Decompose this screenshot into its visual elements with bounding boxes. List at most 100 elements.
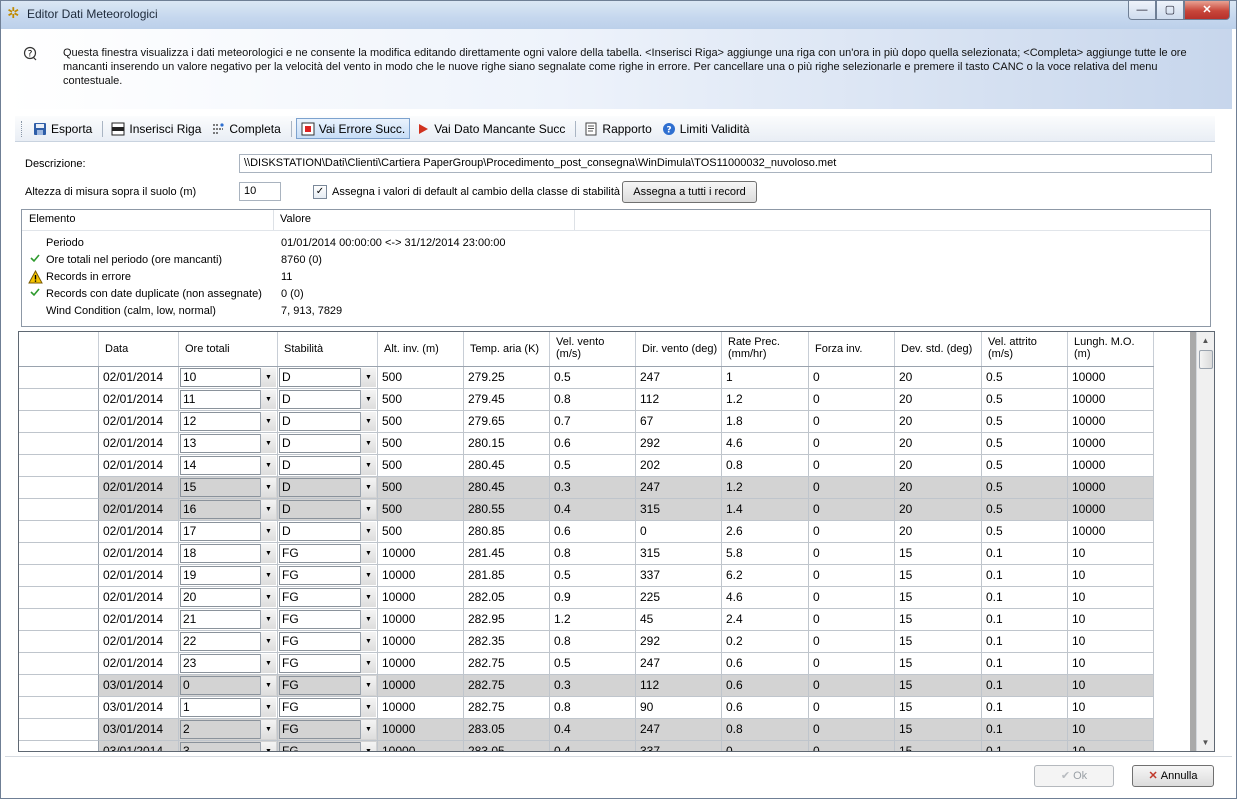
table-cell[interactable]: 282.75: [464, 653, 550, 675]
table-cell[interactable]: 15: [895, 609, 982, 631]
dropdown-arrow-icon[interactable]: ▼: [360, 368, 376, 387]
table-cell[interactable]: 02/01/2014: [99, 565, 179, 587]
table-cell[interactable]: 10: [1068, 587, 1154, 609]
dropdown-arrow-icon[interactable]: ▼: [260, 522, 276, 541]
table-cell[interactable]: 500: [378, 499, 464, 521]
table-cell[interactable]: 02/01/2014: [99, 543, 179, 565]
stabilita-dropdown[interactable]: FG ▼: [278, 741, 378, 751]
table-cell[interactable]: 500: [378, 455, 464, 477]
stabilita-dropdown[interactable]: FG ▼: [278, 697, 378, 719]
dropdown-arrow-icon[interactable]: ▼: [360, 456, 376, 475]
table-cell[interactable]: 0: [809, 631, 895, 653]
summary-row[interactable]: Ore totali nel periodo (ore mancanti) 876…: [22, 253, 1210, 270]
table-cell[interactable]: 292: [636, 631, 722, 653]
table-cell[interactable]: 0.1: [982, 675, 1068, 697]
table-cell[interactable]: 15: [895, 543, 982, 565]
row-header[interactable]: [19, 675, 99, 697]
col-ore-totali[interactable]: Ore totali: [179, 332, 278, 366]
table-cell[interactable]: 5.8: [722, 543, 809, 565]
table-cell[interactable]: 247: [636, 653, 722, 675]
stabilita-dropdown[interactable]: FG ▼: [278, 609, 378, 631]
dropdown-arrow-icon[interactable]: ▼: [260, 698, 276, 717]
table-cell[interactable]: 0.1: [982, 653, 1068, 675]
table-cell[interactable]: 500: [378, 521, 464, 543]
ore-totali-dropdown[interactable]: 18 ▼: [179, 543, 278, 565]
col-valore[interactable]: Valore: [280, 213, 311, 225]
ore-totali-dropdown[interactable]: 2 ▼: [179, 719, 278, 741]
table-cell[interactable]: 0.8: [550, 631, 636, 653]
row-header[interactable]: [19, 653, 99, 675]
table-cell[interactable]: 20: [895, 389, 982, 411]
table-cell[interactable]: 03/01/2014: [99, 697, 179, 719]
col-forza-inv[interactable]: Forza inv.: [809, 332, 895, 366]
table-cell[interactable]: 283.05: [464, 719, 550, 741]
table-cell[interactable]: 0: [809, 367, 895, 389]
stabilita-dropdown[interactable]: D ▼: [278, 389, 378, 411]
table-cell[interactable]: 0.8: [550, 543, 636, 565]
summary-row[interactable]: Wind Condition (calm, low, normal) 7, 913…: [22, 304, 1210, 321]
altezza-field[interactable]: 10: [239, 182, 281, 201]
table-cell[interactable]: 0.9: [550, 587, 636, 609]
table-cell[interactable]: 0.1: [982, 543, 1068, 565]
dropdown-arrow-icon[interactable]: ▼: [360, 412, 376, 431]
table-cell[interactable]: 315: [636, 499, 722, 521]
completa-button[interactable]: Completa: [207, 118, 284, 139]
table-cell[interactable]: 0: [809, 587, 895, 609]
dropdown-arrow-icon[interactable]: ▼: [360, 434, 376, 453]
table-cell[interactable]: 0: [809, 609, 895, 631]
scroll-down-icon[interactable]: ▼: [1197, 734, 1214, 751]
table-cell[interactable]: 10000: [1068, 389, 1154, 411]
table-cell[interactable]: 10000: [378, 719, 464, 741]
row-header[interactable]: [19, 389, 99, 411]
table-cell[interactable]: 20: [895, 499, 982, 521]
table-cell[interactable]: 0.8: [550, 697, 636, 719]
dropdown-arrow-icon[interactable]: ▼: [260, 676, 276, 695]
table-cell[interactable]: 337: [636, 565, 722, 587]
dropdown-arrow-icon[interactable]: ▼: [360, 522, 376, 541]
row-header[interactable]: [19, 543, 99, 565]
table-cell[interactable]: 15: [895, 631, 982, 653]
table-cell[interactable]: 0.5: [982, 455, 1068, 477]
table-cell[interactable]: 315: [636, 543, 722, 565]
stabilita-dropdown[interactable]: FG ▼: [278, 675, 378, 697]
ore-totali-dropdown[interactable]: 22 ▼: [179, 631, 278, 653]
table-cell[interactable]: 0.5: [550, 455, 636, 477]
row-header[interactable]: [19, 411, 99, 433]
table-cell[interactable]: 0: [809, 565, 895, 587]
stabilita-dropdown[interactable]: D ▼: [278, 521, 378, 543]
table-cell[interactable]: 20: [895, 411, 982, 433]
table-cell[interactable]: 20: [895, 477, 982, 499]
table-row[interactable]: 02/01/2014 22 ▼ FG ▼ 10000 282.35 0.8 292 0.2 0 15 0…: [19, 631, 1154, 653]
table-cell[interactable]: 10: [1068, 719, 1154, 741]
table-cell[interactable]: 0.4: [550, 499, 636, 521]
table-cell[interactable]: 2.4: [722, 609, 809, 631]
row-header[interactable]: [19, 587, 99, 609]
col-dev-std[interactable]: Dev. std. (deg): [895, 332, 982, 366]
table-cell[interactable]: 02/01/2014: [99, 367, 179, 389]
table-cell[interactable]: 10: [1068, 631, 1154, 653]
table-cell[interactable]: 10: [1068, 675, 1154, 697]
table-cell[interactable]: 0.1: [982, 609, 1068, 631]
table-cell[interactable]: 280.45: [464, 455, 550, 477]
col-temp-aria[interactable]: Temp. aria (K): [464, 332, 550, 366]
ore-totali-dropdown[interactable]: 12 ▼: [179, 411, 278, 433]
dropdown-arrow-icon[interactable]: ▼: [260, 742, 276, 751]
vertical-scrollbar[interactable]: ▲ ▼: [1196, 332, 1214, 751]
table-cell[interactable]: 20: [895, 521, 982, 543]
table-row[interactable]: 03/01/2014 2 ▼ FG ▼ 10000 283.05 0.4 247 0.8 0 15 0.…: [19, 719, 1154, 741]
table-cell[interactable]: 1.4: [722, 499, 809, 521]
table-cell[interactable]: 10000: [1068, 521, 1154, 543]
table-cell[interactable]: 1.2: [722, 389, 809, 411]
row-header[interactable]: [19, 741, 99, 751]
table-cell[interactable]: 280.85: [464, 521, 550, 543]
stabilita-dropdown[interactable]: D ▼: [278, 477, 378, 499]
ore-totali-dropdown[interactable]: 3 ▼: [179, 741, 278, 751]
table-cell[interactable]: 0.6: [550, 433, 636, 455]
table-cell[interactable]: 247: [636, 367, 722, 389]
ore-totali-dropdown[interactable]: 11 ▼: [179, 389, 278, 411]
stabilita-dropdown[interactable]: D ▼: [278, 455, 378, 477]
dropdown-arrow-icon[interactable]: ▼: [360, 566, 376, 585]
table-cell[interactable]: 0.1: [982, 719, 1068, 741]
table-cell[interactable]: 15: [895, 565, 982, 587]
dropdown-arrow-icon[interactable]: ▼: [260, 566, 276, 585]
